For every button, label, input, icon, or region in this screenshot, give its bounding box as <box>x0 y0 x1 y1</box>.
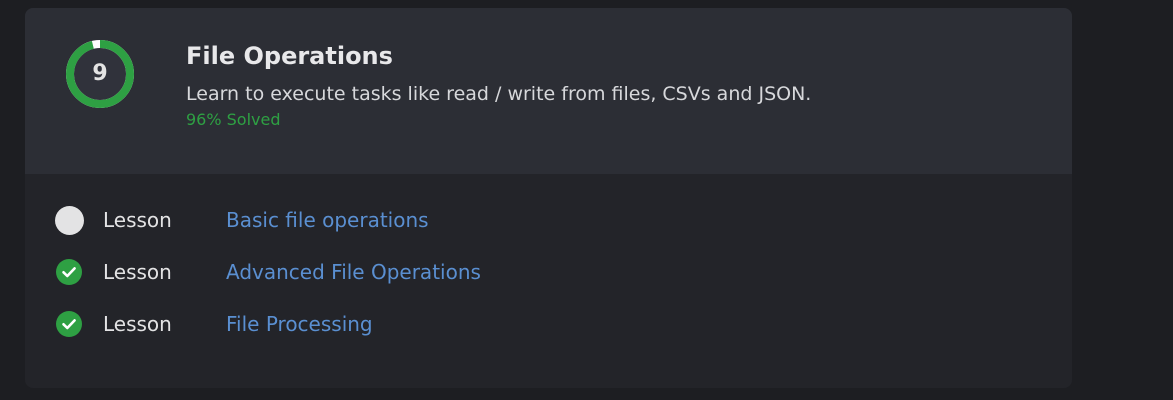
lesson-row: Lesson File Processing <box>25 298 1072 350</box>
lesson-type-label: Lesson <box>103 312 172 336</box>
lesson-row: Lesson Basic file operations <box>25 194 1072 246</box>
chapter-header-text: File Operations Learn to execute tasks l… <box>186 40 811 130</box>
chapter-solved-status: 96% Solved <box>186 110 281 129</box>
chapter-progress-ring: 9 <box>63 37 137 111</box>
chapter-card: 9 File Operations Learn to execute tasks… <box>25 8 1072 388</box>
lesson-link[interactable]: Basic file operations <box>226 207 429 233</box>
chapter-description: Learn to execute tasks like read / write… <box>186 83 812 105</box>
chapter-number: 9 <box>92 61 108 86</box>
empty-circle-icon <box>55 206 84 235</box>
chapter-title: File Operations <box>186 42 393 70</box>
lesson-link[interactable]: Advanced File Operations <box>226 259 481 285</box>
lesson-row: Lesson Advanced File Operations <box>25 246 1072 298</box>
lesson-type-label: Lesson <box>103 260 172 284</box>
lesson-type-label: Lesson <box>103 208 172 232</box>
checkmark-circle-icon <box>56 259 82 285</box>
lesson-link[interactable]: File Processing <box>226 311 373 337</box>
lesson-list: Lesson Basic file operations Lesson Adva… <box>25 194 1072 350</box>
checkmark-circle-icon <box>56 311 82 337</box>
chapter-header: 9 File Operations Learn to execute tasks… <box>25 8 1072 174</box>
